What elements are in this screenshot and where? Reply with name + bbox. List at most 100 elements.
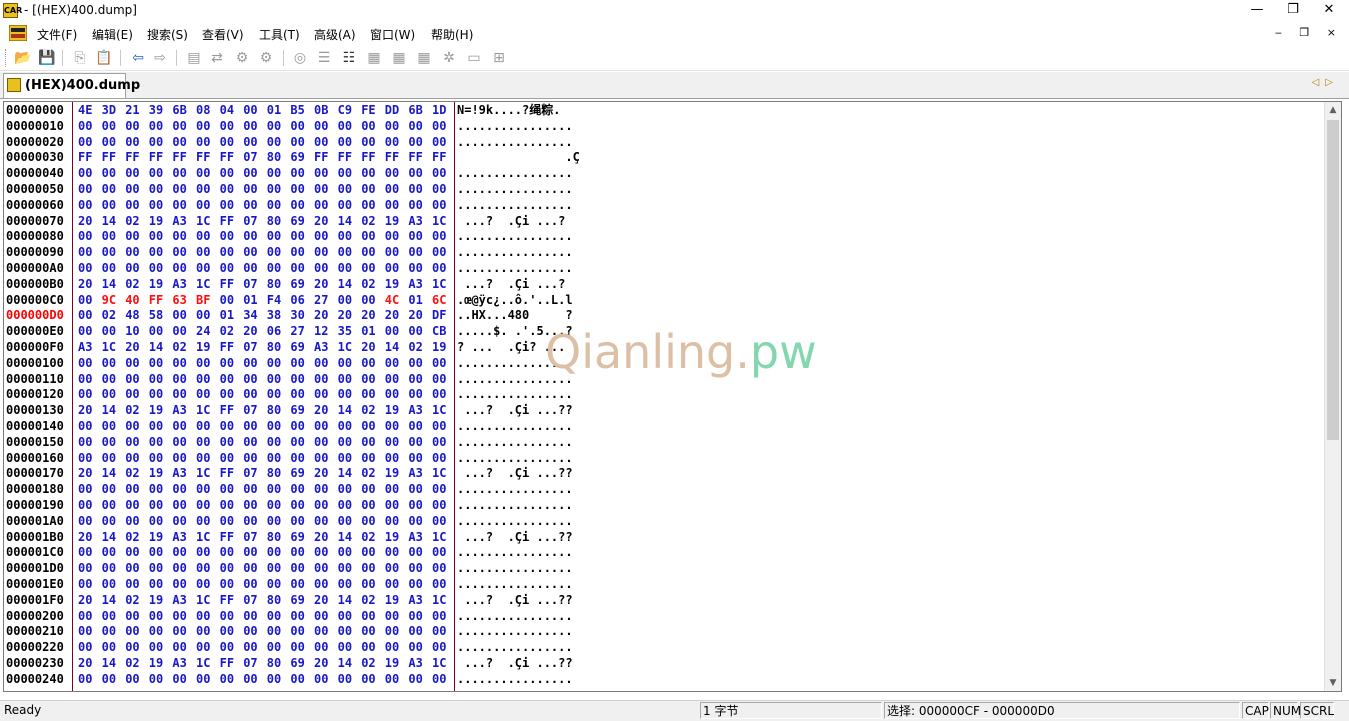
hex-byte[interactable]: 00 bbox=[172, 672, 186, 688]
hex-byte[interactable]: 20 bbox=[78, 656, 92, 672]
hex-byte[interactable]: 00 bbox=[314, 135, 328, 151]
hex-byte[interactable]: 00 bbox=[385, 229, 399, 245]
hex-byte[interactable]: 00 bbox=[125, 119, 139, 135]
hex-byte[interactable]: 00 bbox=[149, 261, 163, 277]
toolbar-grip[interactable] bbox=[5, 49, 9, 67]
hex-byte[interactable]: 00 bbox=[314, 372, 328, 388]
hex-byte[interactable]: 58 bbox=[149, 308, 163, 324]
hex-byte[interactable]: A3 bbox=[408, 403, 422, 419]
hex-byte[interactable]: 00 bbox=[432, 672, 446, 688]
hex-byte[interactable]: 00 bbox=[172, 498, 186, 514]
hex-byte[interactable]: 00 bbox=[361, 182, 375, 198]
hex-byte[interactable]: 00 bbox=[172, 640, 186, 656]
hex-byte[interactable]: 00 bbox=[314, 640, 328, 656]
hex-byte[interactable]: 00 bbox=[78, 135, 92, 151]
hex-byte[interactable]: 00 bbox=[290, 166, 304, 182]
hex-byte[interactable]: 00 bbox=[196, 372, 210, 388]
hex-byte[interactable]: 00 bbox=[385, 135, 399, 151]
hex-byte[interactable]: 01 bbox=[361, 324, 375, 340]
hex-byte[interactable]: A3 bbox=[408, 277, 422, 293]
tool-icon-1[interactable]: ▤ bbox=[186, 50, 202, 66]
hex-byte[interactable]: 00 bbox=[408, 419, 422, 435]
close-button[interactable]: ✕ bbox=[1311, 0, 1347, 22]
hex-byte[interactable]: 00 bbox=[338, 514, 352, 530]
hex-byte[interactable]: 00 bbox=[290, 545, 304, 561]
ascii-text[interactable]: .œ@ÿc¿..ô.'..L.l bbox=[457, 293, 573, 309]
hex-byte[interactable]: FF bbox=[220, 277, 234, 293]
hex-byte[interactable]: 00 bbox=[243, 545, 257, 561]
hex-byte[interactable]: 21 bbox=[125, 103, 139, 119]
hex-byte[interactable]: 1C bbox=[432, 214, 446, 230]
hex-byte[interactable]: 00 bbox=[361, 135, 375, 151]
hex-byte[interactable]: A3 bbox=[408, 593, 422, 609]
hex-byte[interactable]: 00 bbox=[408, 324, 422, 340]
hex-byte[interactable]: 00 bbox=[338, 261, 352, 277]
hex-byte[interactable]: 00 bbox=[338, 545, 352, 561]
hex-byte[interactable]: 00 bbox=[408, 514, 422, 530]
hex-byte[interactable]: 00 bbox=[267, 672, 281, 688]
ascii-text[interactable]: ................ bbox=[457, 514, 573, 530]
hex-row[interactable]: 000000A0 00 00 00 00 00 00 00 00 00 00 00 00 00 00 00 00… bbox=[4, 261, 604, 277]
hex-byte[interactable]: 00 bbox=[385, 545, 399, 561]
ascii-text[interactable]: ...? .Çi ...? bbox=[457, 214, 565, 230]
tool-icon-11[interactable]: ✲ bbox=[441, 50, 457, 66]
hex-byte[interactable]: FF bbox=[361, 150, 375, 166]
hex-byte[interactable]: 00 bbox=[408, 451, 422, 467]
hex-byte[interactable]: 00 bbox=[243, 387, 257, 403]
hex-byte[interactable]: 19 bbox=[149, 530, 163, 546]
hex-byte[interactable]: 07 bbox=[243, 277, 257, 293]
hex-byte[interactable]: 00 bbox=[172, 482, 186, 498]
hex-byte[interactable]: 00 bbox=[361, 119, 375, 135]
hex-byte[interactable]: 00 bbox=[338, 482, 352, 498]
hex-byte[interactable]: 00 bbox=[385, 182, 399, 198]
hex-byte[interactable]: 00 bbox=[78, 577, 92, 593]
hex-byte[interactable]: 00 bbox=[314, 419, 328, 435]
tool-icon-2[interactable]: ⇄ bbox=[209, 50, 225, 66]
hex-byte[interactable]: 1C bbox=[432, 593, 446, 609]
hex-row[interactable]: 00000010 00 00 00 00 00 00 00 00 00 00 00 00 00 00 00 00… bbox=[4, 119, 604, 135]
hex-byte[interactable]: 69 bbox=[290, 214, 304, 230]
hex-byte[interactable]: 02 bbox=[172, 340, 186, 356]
hex-byte[interactable]: 00 bbox=[78, 451, 92, 467]
hex-byte[interactable]: 00 bbox=[290, 577, 304, 593]
tool-icon-9[interactable]: ▦ bbox=[391, 50, 407, 66]
hex-byte[interactable]: 00 bbox=[78, 498, 92, 514]
hex-byte[interactable]: 00 bbox=[408, 229, 422, 245]
hex-byte[interactable]: 00 bbox=[267, 435, 281, 451]
hex-byte[interactable]: 00 bbox=[314, 482, 328, 498]
hex-byte[interactable]: 40 bbox=[125, 293, 139, 309]
hex-byte[interactable]: 00 bbox=[314, 356, 328, 372]
hex-byte[interactable]: 00 bbox=[408, 119, 422, 135]
hex-byte[interactable]: 00 bbox=[78, 324, 92, 340]
hex-byte[interactable]: 9C bbox=[102, 293, 116, 309]
hex-byte[interactable]: 00 bbox=[314, 245, 328, 261]
hex-byte[interactable]: 00 bbox=[361, 356, 375, 372]
hex-byte[interactable]: 00 bbox=[102, 261, 116, 277]
hex-byte[interactable]: 00 bbox=[220, 293, 234, 309]
tab-scroll-left-icon[interactable]: ◁ bbox=[1312, 77, 1326, 88]
hex-byte[interactable]: 00 bbox=[361, 561, 375, 577]
hex-byte[interactable]: 01 bbox=[408, 293, 422, 309]
hex-byte[interactable]: 00 bbox=[220, 640, 234, 656]
hex-byte[interactable]: 00 bbox=[125, 514, 139, 530]
ascii-text[interactable]: ................ bbox=[457, 182, 573, 198]
hex-byte[interactable]: 20 bbox=[78, 593, 92, 609]
hex-byte[interactable]: 00 bbox=[338, 435, 352, 451]
hex-byte[interactable]: 00 bbox=[102, 514, 116, 530]
hex-byte[interactable]: 1C bbox=[102, 340, 116, 356]
hex-byte[interactable]: FF bbox=[149, 150, 163, 166]
hex-byte[interactable]: 00 bbox=[361, 435, 375, 451]
hex-byte[interactable]: 00 bbox=[172, 324, 186, 340]
hex-byte[interactable]: 00 bbox=[149, 624, 163, 640]
hex-byte[interactable]: 00 bbox=[149, 561, 163, 577]
hex-byte[interactable]: 00 bbox=[408, 672, 422, 688]
hex-byte[interactable]: 00 bbox=[243, 261, 257, 277]
hex-byte[interactable]: 00 bbox=[338, 372, 352, 388]
hex-byte[interactable]: 00 bbox=[385, 324, 399, 340]
hex-byte[interactable]: 00 bbox=[78, 198, 92, 214]
hex-byte[interactable]: 02 bbox=[361, 214, 375, 230]
hex-byte[interactable]: 00 bbox=[172, 166, 186, 182]
hex-byte[interactable]: 00 bbox=[267, 387, 281, 403]
hex-byte[interactable]: 01 bbox=[243, 293, 257, 309]
hex-byte[interactable]: 07 bbox=[243, 466, 257, 482]
